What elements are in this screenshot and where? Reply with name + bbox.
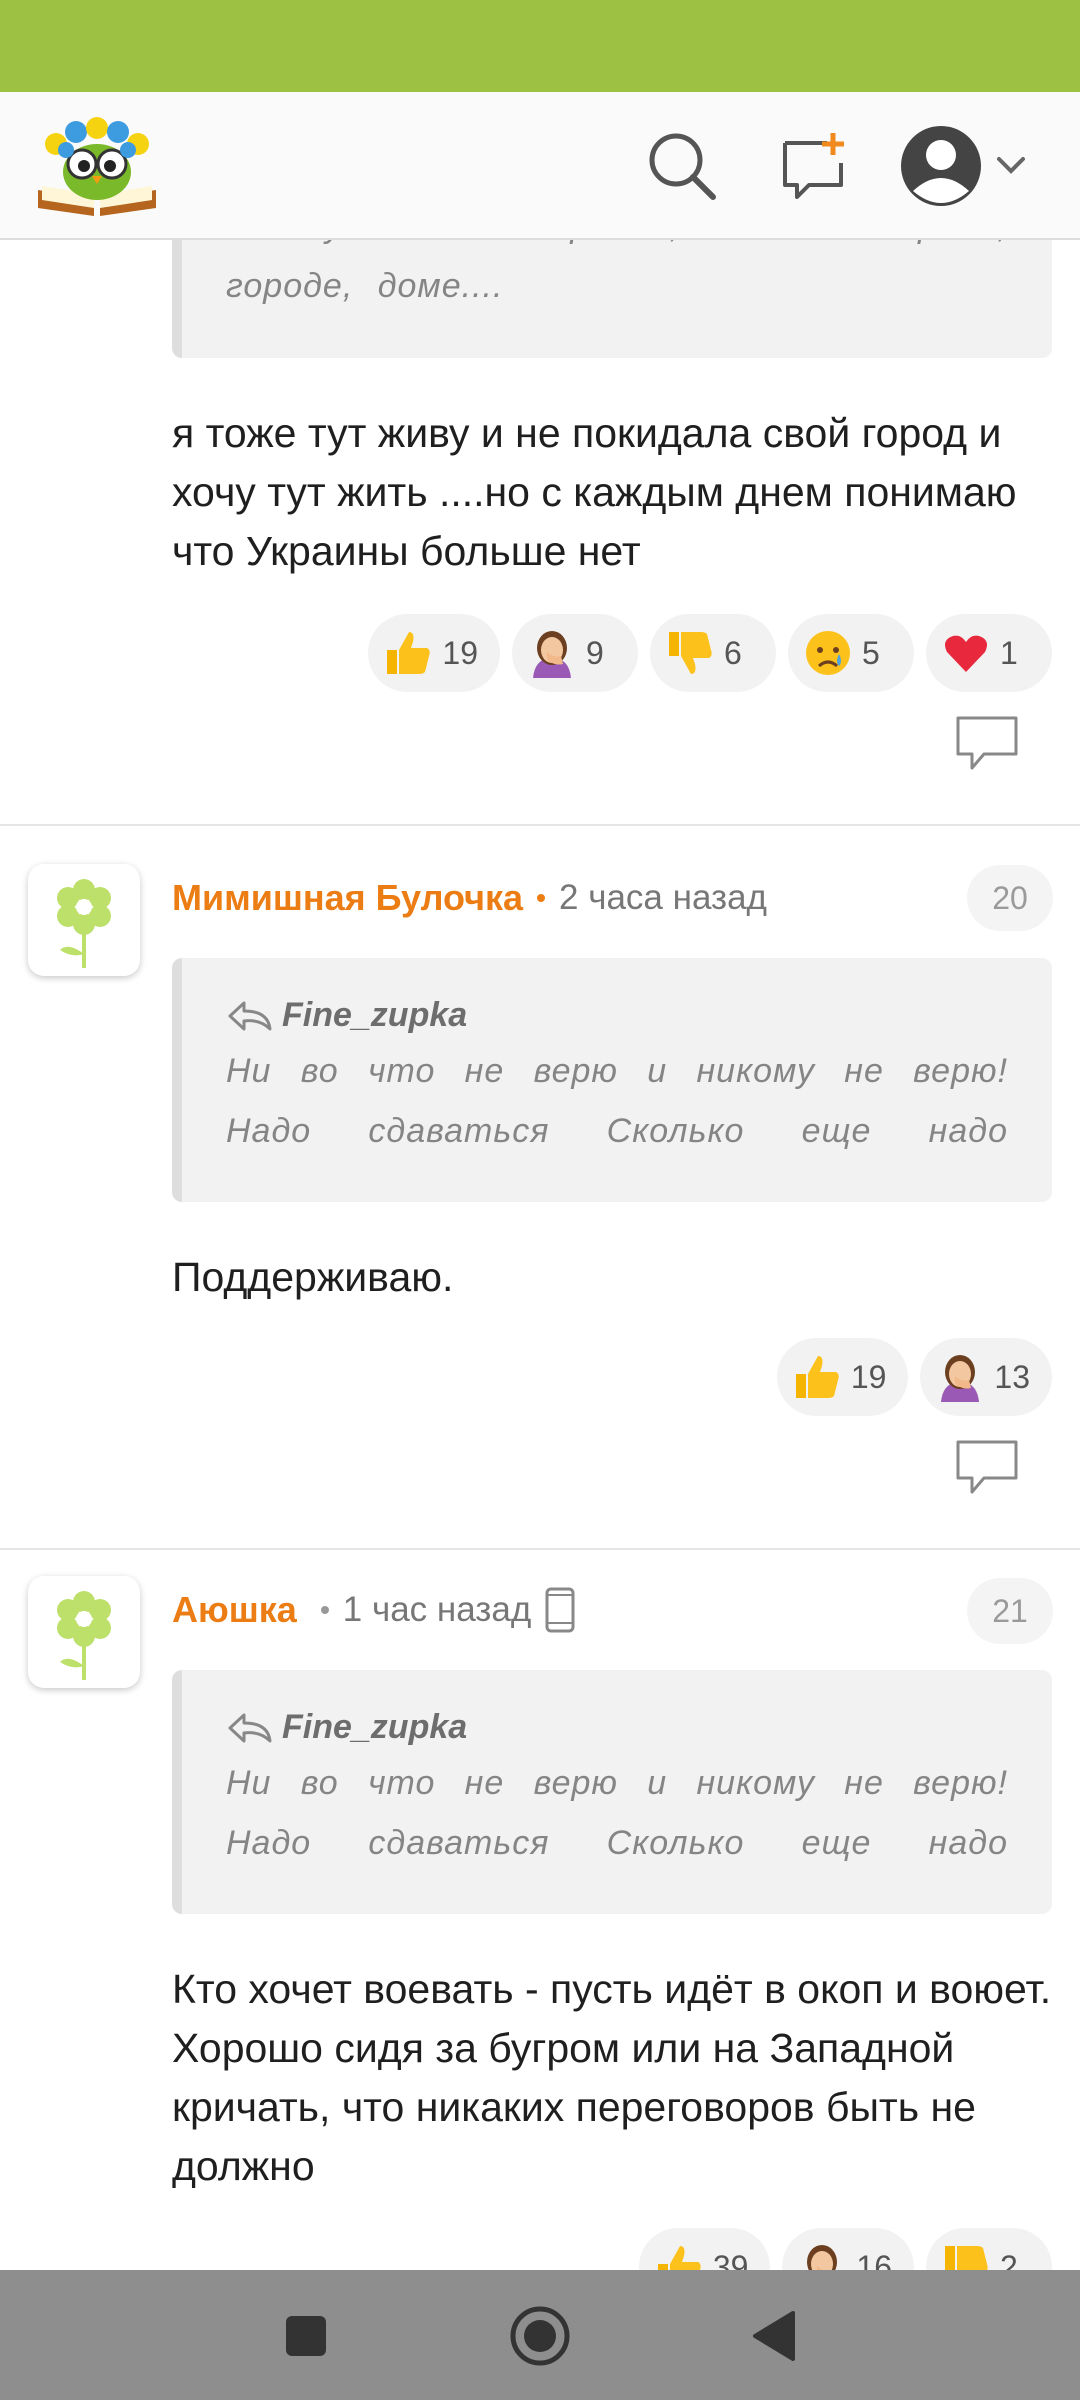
reaction-count: 2: [1000, 2248, 1018, 2271]
avatar[interactable]: [28, 864, 140, 976]
reaction-count: 13: [994, 1358, 1030, 1395]
quote-text: я хочу жить в Украине, в своей стране, г…: [226, 240, 1007, 305]
comment-divider: [0, 824, 1080, 826]
thumbs-down-icon: [664, 627, 716, 679]
quote-block: я хочу жить в Украине, в своей стране, г…: [172, 240, 1052, 358]
thumbs-up-icon: [791, 1351, 843, 1403]
reaction-crying[interactable]: 5: [788, 614, 914, 692]
reaction-thumbs-up[interactable]: 19: [776, 1338, 909, 1416]
reply-arrow-icon: [228, 1001, 272, 1030]
reaction-count: 1: [1000, 634, 1018, 671]
reaction-count: 16: [856, 2248, 892, 2271]
comment-text: я тоже тут живу и не покидала свой город…: [172, 410, 1017, 574]
facepalm-icon: [934, 1351, 986, 1403]
reply-icon[interactable]: [954, 1438, 1020, 1498]
reaction-heart[interactable]: 1: [926, 614, 1052, 692]
new-post-icon[interactable]: [766, 118, 862, 214]
heart-icon: [940, 627, 992, 679]
facepalm-icon: [526, 627, 578, 679]
reaction-thumbs-up[interactable]: 19: [368, 614, 500, 692]
profile-avatar-icon: [901, 126, 981, 206]
site-logo[interactable]: [34, 110, 160, 222]
online-dot: [537, 894, 546, 902]
comment-text: Кто хочет воевать - пусть идёт в окоп и …: [172, 1966, 1052, 2189]
reaction-facepalm[interactable]: 13: [920, 1338, 1052, 1416]
reaction-count: 5: [862, 634, 880, 671]
recents-square-icon[interactable]: [270, 2300, 342, 2372]
flower-avatar-icon: [57, 879, 111, 968]
chevron-down-icon: [997, 157, 1025, 174]
profile-menu[interactable]: [890, 118, 1040, 214]
quote-text: Ни во что не верю и никому не верю! Надо…: [226, 1764, 1008, 1862]
reaction-count: 19: [850, 1358, 887, 1395]
comments-feed[interactable]: я хочу жить в Украине, в своей стране, г…: [0, 240, 1080, 2270]
author-name[interactable]: Мимишная Булочка: [172, 877, 523, 919]
home-circle-icon[interactable]: [504, 2300, 576, 2372]
reaction-bar: 39 16 2: [638, 2228, 1052, 2271]
reaction-thumbs-up[interactable]: 39: [638, 2228, 771, 2271]
thumbs-down-icon: [940, 2241, 992, 2270]
reaction-bar: 19 9 6 5 1: [368, 614, 1052, 692]
reaction-count: 39: [712, 2248, 749, 2271]
quote-author: Fine_zupka: [226, 1708, 1008, 1747]
comment-number[interactable]: 20: [967, 865, 1053, 931]
quote-block[interactable]: Fine_zupka Ни во что не верю и никому не…: [172, 958, 1052, 1202]
comment-divider: [0, 1548, 1080, 1550]
reaction-count: 9: [586, 634, 604, 671]
separator-dot: [320, 1606, 329, 1614]
comment-text: Поддерживаю.: [172, 1254, 454, 1300]
reply-arrow-icon: [228, 1713, 272, 1742]
back-triangle-icon[interactable]: [738, 2300, 810, 2372]
comment-header: Мимишная Булочка 2 часа назад: [172, 868, 767, 928]
comment-header: Аюшка 1 час назад: [172, 1580, 575, 1640]
search-icon[interactable]: [634, 118, 730, 214]
reaction-count: 19: [442, 634, 478, 671]
reaction-thumbs-down[interactable]: 2: [926, 2228, 1052, 2270]
quote-block[interactable]: Fine_zupka Ни во что не верю и никому не…: [172, 1670, 1052, 1914]
quote-text: Ни во что не верю и никому не верю! Надо…: [226, 1052, 1008, 1150]
thumbs-up-icon: [653, 2241, 705, 2270]
mobile-phone-icon: [545, 1587, 575, 1633]
status-bar: [0, 0, 1080, 92]
reaction-bar: 19 13: [776, 1338, 1052, 1416]
facepalm-icon: [796, 2241, 848, 2270]
author-name[interactable]: Аюшка: [172, 1589, 297, 1631]
avatar[interactable]: [28, 1576, 140, 1688]
flower-avatar-icon: [57, 1591, 111, 1680]
crying-face-icon: [802, 627, 854, 679]
reaction-thumbs-down[interactable]: 6: [650, 614, 776, 692]
comment-number[interactable]: 21: [967, 1578, 1053, 1644]
reaction-facepalm[interactable]: 9: [512, 614, 638, 692]
reaction-facepalm[interactable]: 16: [782, 2228, 914, 2270]
quote-author: Fine_zupka: [226, 996, 1008, 1035]
reaction-count: 6: [724, 634, 742, 671]
app-header: [0, 92, 1080, 240]
reply-icon[interactable]: [954, 714, 1020, 774]
system-nav-bar: [0, 2270, 1080, 2400]
thumbs-up-icon: [382, 627, 434, 679]
comment-time: 2 часа назад: [559, 878, 767, 917]
comment-time: 1 час назад: [342, 1590, 532, 1629]
